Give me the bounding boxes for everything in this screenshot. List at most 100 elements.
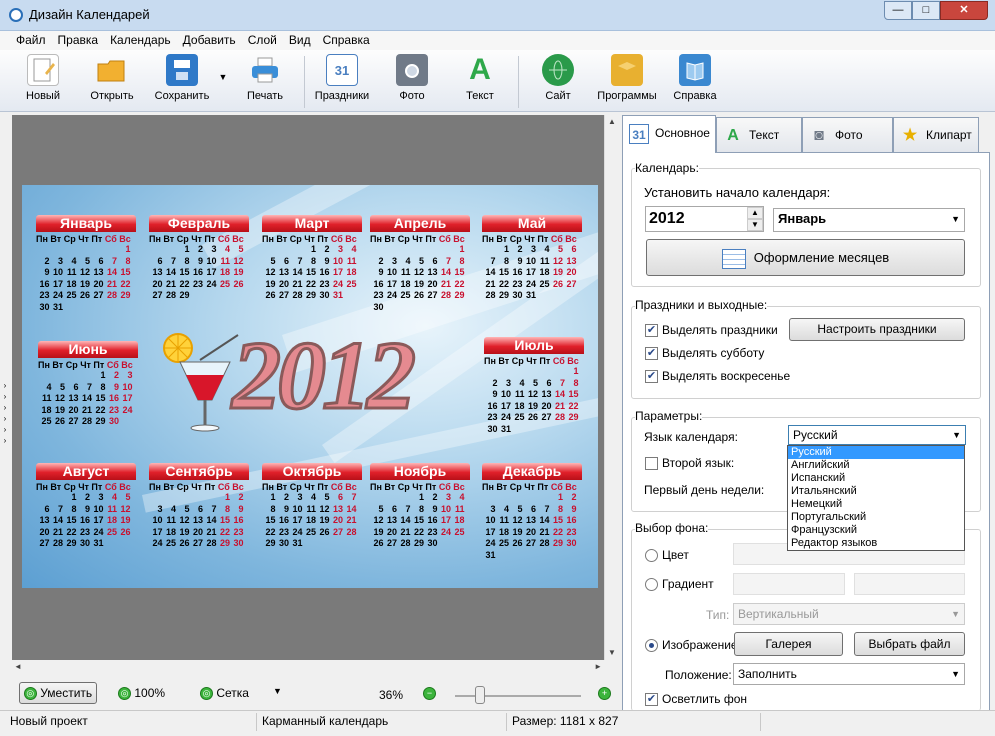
language-option-editor[interactable]: Редактор языков bbox=[788, 537, 964, 550]
scroll-left-arrow[interactable]: ◄ bbox=[14, 662, 22, 671]
photo-button[interactable]: Фото bbox=[392, 54, 432, 102]
weekend-labels: Сб Вс bbox=[438, 234, 465, 244]
calendar-preview[interactable]: 2012 Январь Пн Вт Ср Чт Пт Сб Вс 1 2 3 4 5 6 7 8 9… bbox=[22, 185, 598, 588]
minimize-button[interactable]: — bbox=[884, 1, 912, 20]
weekend-labels: Сб Вс bbox=[550, 482, 577, 492]
site-button[interactable]: Сайт bbox=[538, 54, 578, 102]
language-select[interactable]: Русский ▼ bbox=[788, 425, 966, 445]
tab-clipart[interactable]: ★ Клипарт bbox=[893, 117, 979, 153]
holidays-button[interactable]: 31 Праздники bbox=[312, 54, 372, 102]
language-option-spanish[interactable]: Испанский bbox=[788, 472, 964, 485]
highlight-sunday-checkbox[interactable]: ✔ bbox=[645, 370, 658, 383]
chevron-down-icon: ▼ bbox=[952, 430, 961, 440]
highlight-holidays-checkbox[interactable]: ✔ bbox=[645, 324, 658, 337]
day-cell: 14 bbox=[539, 515, 550, 525]
save-button[interactable]: Сохранить bbox=[152, 54, 212, 102]
color-radio[interactable] bbox=[645, 549, 658, 562]
highlight-saturday-checkbox[interactable]: ✔ bbox=[645, 347, 658, 360]
day-cell: 31 bbox=[93, 538, 104, 548]
tab-main[interactable]: 31 Основное bbox=[622, 115, 716, 153]
language-option-italian[interactable]: Итальянский bbox=[788, 485, 964, 498]
save-dropdown-arrow[interactable]: ▼ bbox=[217, 72, 229, 82]
choose-file-button[interactable]: Выбрать файл bbox=[854, 632, 965, 656]
day-cell: 16 bbox=[233, 515, 244, 525]
menu-calendar[interactable]: Календарь bbox=[104, 31, 177, 47]
grid-button[interactable]: ◎ Сетка bbox=[200, 686, 249, 701]
gradient-color-1[interactable] bbox=[733, 573, 845, 595]
menu-layer[interactable]: Слой bbox=[242, 31, 283, 47]
day-cell: 27 bbox=[93, 290, 104, 300]
zoom-slider-thumb[interactable] bbox=[475, 686, 485, 704]
menu-file[interactable]: Файл bbox=[10, 31, 52, 47]
fit-button[interactable]: ◎ Уместить bbox=[19, 682, 97, 704]
text-button[interactable]: A Текст bbox=[460, 53, 500, 102]
programs-button[interactable]: Программы bbox=[596, 54, 658, 102]
tab-photo[interactable]: ◙ Фото bbox=[802, 117, 893, 153]
panel-collapse-strip[interactable]: › › › › › › bbox=[0, 115, 10, 710]
month-select[interactable]: Январь ▼ bbox=[773, 208, 965, 232]
day-cell: 3 bbox=[391, 255, 397, 266]
day-cell: 21 bbox=[81, 404, 92, 415]
language-option-english[interactable]: Английский bbox=[788, 459, 964, 472]
open-button[interactable]: Открыть bbox=[86, 54, 138, 102]
print-button[interactable]: Печать bbox=[242, 54, 288, 102]
zoom-in-button[interactable]: + bbox=[598, 686, 611, 701]
months-design-button[interactable]: Оформление месяцев bbox=[646, 239, 965, 276]
language-option-german[interactable]: Немецкий bbox=[788, 498, 964, 511]
canvas-vertical-scrollbar[interactable]: ▲ ▼ bbox=[604, 115, 618, 660]
second-language-checkbox[interactable] bbox=[645, 457, 658, 470]
day-cell: 8 bbox=[418, 503, 424, 514]
image-radio[interactable] bbox=[645, 639, 658, 652]
day-cell: 19 bbox=[527, 400, 538, 411]
gradient-radio[interactable] bbox=[645, 578, 658, 591]
day-cell: 1 bbox=[459, 244, 465, 254]
menu-view[interactable]: Вид bbox=[283, 31, 317, 47]
position-select[interactable]: Заполнить ▼ bbox=[733, 663, 965, 685]
day-cell: 20 bbox=[332, 515, 343, 525]
month-block: Сентябрь Пн Вт Ср Чт Пт Сб Вс 1 2 3 4 5 6 7 8 9 10 1… bbox=[149, 463, 249, 550]
day-cell: 14 bbox=[554, 389, 565, 399]
scroll-right-arrow[interactable]: ► bbox=[594, 662, 602, 671]
weekday-header: Пн Вт Ср Чт Пт Сб Вс bbox=[38, 360, 138, 370]
menu-add[interactable]: Добавить bbox=[177, 31, 242, 47]
week-row: 13 14 15 16 17 18 19 bbox=[149, 267, 249, 279]
day-cell: 26 bbox=[413, 290, 424, 300]
help-button[interactable]: Справка bbox=[672, 54, 718, 102]
scroll-down-arrow[interactable]: ▼ bbox=[605, 646, 619, 660]
spin-up-arrow[interactable]: ▲ bbox=[747, 207, 763, 219]
gallery-button[interactable]: Галерея bbox=[734, 632, 843, 656]
scroll-up-arrow[interactable]: ▲ bbox=[605, 115, 619, 129]
week-row: 5 6 7 8 9 10 11 bbox=[370, 504, 470, 516]
tab-text[interactable]: A Текст bbox=[716, 117, 802, 153]
new-button[interactable]: Новый bbox=[22, 54, 64, 102]
day-cell: 27 bbox=[386, 538, 397, 548]
grid-dropdown-arrow[interactable]: ▼ bbox=[273, 686, 282, 696]
week-row: 4 5 6 7 8 9 10 bbox=[38, 382, 138, 394]
language-option-french[interactable]: Французский bbox=[788, 524, 964, 537]
menu-edit[interactable]: Правка bbox=[52, 31, 105, 47]
zoom-out-button[interactable]: − bbox=[423, 686, 436, 701]
weekday-header: Пн Вт Ср Чт Пт Сб Вс bbox=[484, 356, 584, 366]
day-cell: 15 bbox=[66, 515, 77, 525]
year-spinner[interactable]: 2012 ▲ ▼ bbox=[645, 206, 764, 232]
configure-holidays-button[interactable]: Настроить праздники bbox=[789, 318, 965, 341]
day-cell: 19 bbox=[319, 515, 330, 525]
close-button[interactable]: ✕ bbox=[940, 1, 988, 20]
gradient-color-2[interactable] bbox=[854, 573, 965, 595]
canvas-horizontal-scrollbar[interactable]: ◄ ► bbox=[12, 660, 604, 674]
lighten-background-checkbox[interactable]: ✔ bbox=[645, 693, 658, 706]
day-cell: 9 bbox=[84, 503, 90, 514]
language-option-russian[interactable]: Русский bbox=[788, 446, 964, 459]
month-name: Ноябрь bbox=[370, 463, 470, 480]
plus-icon: + bbox=[598, 687, 611, 701]
zoom-slider-track[interactable] bbox=[455, 695, 581, 697]
day-cell: 21 bbox=[440, 278, 451, 289]
day-cell: 22 bbox=[95, 404, 106, 415]
zoom-100-button[interactable]: ◎ 100% bbox=[118, 686, 165, 701]
gradient-type-select[interactable]: Вертикальный ▼ bbox=[733, 603, 965, 625]
menu-help[interactable]: Справка bbox=[317, 31, 376, 47]
spin-down-arrow[interactable]: ▼ bbox=[747, 219, 763, 231]
maximize-button[interactable]: □ bbox=[912, 1, 940, 20]
day-cell: 15 bbox=[120, 267, 131, 277]
language-option-portuguese[interactable]: Португальский bbox=[788, 511, 964, 524]
